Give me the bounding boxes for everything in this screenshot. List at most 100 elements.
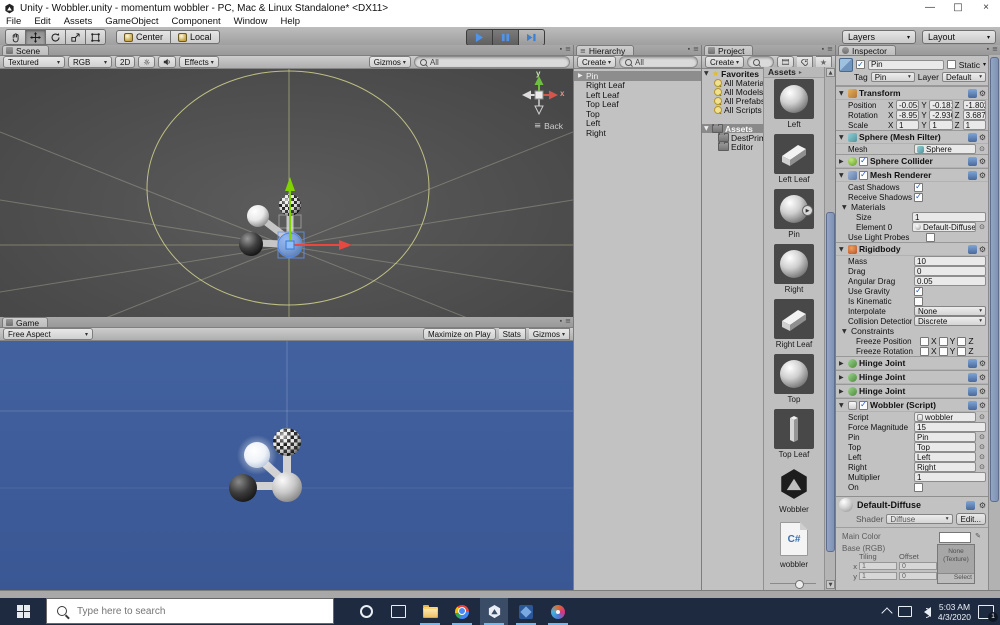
scale-y-field[interactable]: 1 — [929, 120, 952, 130]
swirl-app-button[interactable] — [544, 598, 572, 625]
menu-item[interactable]: Assets — [64, 16, 93, 27]
force-magnitude-field[interactable]: 15 — [914, 422, 986, 432]
favorites-item[interactable]: All Material — [702, 78, 763, 87]
settings-gear-icon[interactable]: ⚙ — [979, 157, 986, 166]
object-picker-icon[interactable]: ⊙ — [978, 443, 986, 451]
foldout-icon[interactable]: ▶ — [839, 388, 846, 395]
object-picker-icon[interactable]: ⊙ — [978, 223, 986, 231]
maximize-on-play-button[interactable]: Maximize on Play — [423, 328, 496, 340]
scale-tool-button[interactable] — [66, 29, 86, 45]
project-folder[interactable]: ▶ Editor — [702, 142, 763, 151]
tag-dropdown[interactable]: Pin▾ — [871, 72, 915, 82]
materials-foldout[interactable]: ▼ Materials — [836, 202, 989, 212]
scrollbar-thumb[interactable] — [990, 57, 999, 502]
materials-size-field[interactable]: 1 — [912, 212, 986, 222]
component-enabled-checkbox[interactable] — [859, 171, 868, 180]
pin-object-field[interactable]: Pin — [914, 432, 976, 442]
component-enabled-checkbox[interactable] — [859, 157, 868, 166]
hierarchy-item[interactable]: ▶ Top Leaf — [574, 100, 701, 110]
lighting-toggle-button[interactable]: ☼ — [138, 56, 155, 68]
scene-viewport[interactable]: y x ≡ Back — [0, 69, 573, 319]
chrome-button[interactable] — [448, 598, 476, 625]
help-icon[interactable] — [968, 133, 977, 142]
offset-x-field[interactable]: 0 — [899, 562, 937, 570]
foldout-icon[interactable]: ▼ — [704, 70, 710, 77]
layer-dropdown[interactable]: Default▾ — [942, 72, 986, 82]
panel-lock-icon[interactable]: ▪ — [560, 46, 562, 53]
scroll-down-icon[interactable]: ▼ — [826, 580, 835, 589]
panel-menu-icon[interactable]: ≡ — [992, 45, 998, 53]
blue-app-button[interactable] — [512, 598, 540, 625]
expand-arrow-icon[interactable]: ▶ — [578, 72, 585, 79]
cast-shadows-checkbox[interactable] — [914, 183, 923, 192]
cortana-button[interactable] — [352, 598, 380, 625]
freeze-position-z-checkbox[interactable] — [957, 337, 966, 346]
layout-dropdown[interactable]: Layout▾ — [922, 30, 996, 44]
help-icon[interactable] — [968, 157, 977, 166]
foldout-icon[interactable]: ▼ — [839, 246, 846, 253]
static-dropdown-icon[interactable]: ▾ — [983, 61, 986, 68]
settings-gear-icon[interactable]: ⚙ — [979, 401, 986, 410]
asset-item[interactable]: C# ▶ Left — [766, 79, 822, 134]
mesh-object-field[interactable]: Sphere — [914, 144, 976, 154]
favorites-item[interactable]: All Models — [702, 87, 763, 96]
settings-gear-icon[interactable]: ⚙ — [979, 501, 986, 510]
mesh-filter-header[interactable]: ▼ Sphere (Mesh Filter) ⚙ — [836, 130, 989, 144]
inspector-scrollbar[interactable] — [988, 55, 1000, 590]
offset-y-field[interactable]: 0 — [899, 572, 937, 580]
shader-dropdown[interactable]: Diffuse▾ — [886, 514, 952, 524]
rotation-z-field[interactable]: 3.6879 — [963, 110, 986, 120]
mass-field[interactable]: 10 — [914, 256, 986, 266]
start-button[interactable] — [0, 598, 46, 625]
menu-item[interactable]: Component — [172, 16, 221, 27]
foldout-icon[interactable]: ▼ — [842, 328, 849, 335]
top-object-field[interactable]: Top — [914, 442, 976, 452]
asset-item[interactable]: C# ▶ Right Leaf — [766, 299, 822, 354]
scale-z-field[interactable]: 1 — [963, 120, 986, 130]
hierarchy-item[interactable]: ▶ Top — [574, 109, 701, 119]
freeze-rotation-y-checkbox[interactable] — [939, 347, 948, 356]
taskbar-clock[interactable]: 5:03 AM 4/3/2020 — [938, 602, 971, 622]
layers-dropdown[interactable]: Layers▾ — [842, 30, 916, 44]
object-picker-icon[interactable]: ⊙ — [978, 433, 986, 441]
panel-menu-icon[interactable]: ≡ — [565, 45, 571, 53]
object-picker-icon[interactable]: ⊙ — [978, 453, 986, 461]
multiplier-field[interactable]: 1 — [914, 472, 986, 482]
panel-lock-icon[interactable]: ▪ — [987, 46, 989, 53]
right-object-field[interactable]: Right — [914, 462, 976, 472]
foldout-icon[interactable]: ▼ — [704, 125, 710, 132]
panel-menu-icon[interactable]: ≡ — [565, 317, 571, 325]
minimize-button[interactable]: — — [916, 0, 944, 16]
render-channel-dropdown[interactable]: RGB▾ — [68, 56, 112, 68]
position-x-field[interactable]: -0.053 — [896, 100, 919, 110]
help-icon[interactable] — [968, 401, 977, 410]
texture-select-button[interactable]: Select — [938, 573, 974, 583]
play-button[interactable] — [466, 29, 493, 46]
help-icon[interactable] — [968, 89, 977, 98]
freeze-rotation-z-checkbox[interactable] — [957, 347, 966, 356]
scrollbar-thumb[interactable] — [826, 212, 835, 552]
2d-toggle-button[interactable]: 2D — [115, 56, 135, 68]
file-explorer-button[interactable] — [416, 598, 444, 625]
help-icon[interactable] — [968, 245, 977, 254]
tiling-x-field[interactable]: 1 — [859, 562, 897, 570]
help-icon[interactable] — [966, 501, 975, 510]
audio-toggle-button[interactable] — [158, 56, 176, 68]
asset-item[interactable]: C# ▶ Top Leaf — [766, 409, 822, 464]
favorites-item[interactable]: All Scripts — [702, 105, 763, 114]
help-icon[interactable] — [968, 387, 977, 396]
light-probes-checkbox[interactable] — [926, 233, 935, 242]
transform-header[interactable]: ▼ Transform ⚙ — [836, 86, 989, 100]
hand-tool-button[interactable] — [5, 29, 26, 45]
scroll-up-icon[interactable]: ▲ — [826, 68, 835, 77]
maximize-button[interactable]: □ — [944, 0, 972, 16]
menu-item[interactable]: Edit — [34, 16, 50, 27]
pivot-local-button[interactable]: Local — [171, 30, 220, 44]
help-icon[interactable] — [968, 373, 977, 382]
sphere-collider-header[interactable]: ▶ Sphere Collider ⚙ — [836, 154, 989, 168]
tab-project[interactable]: Project — [704, 45, 753, 55]
tiling-y-field[interactable]: 1 — [859, 572, 897, 580]
panel-lock-icon[interactable]: ▪ — [822, 46, 824, 53]
settings-gear-icon[interactable]: ⚙ — [979, 133, 986, 142]
receive-shadows-checkbox[interactable] — [914, 193, 923, 202]
